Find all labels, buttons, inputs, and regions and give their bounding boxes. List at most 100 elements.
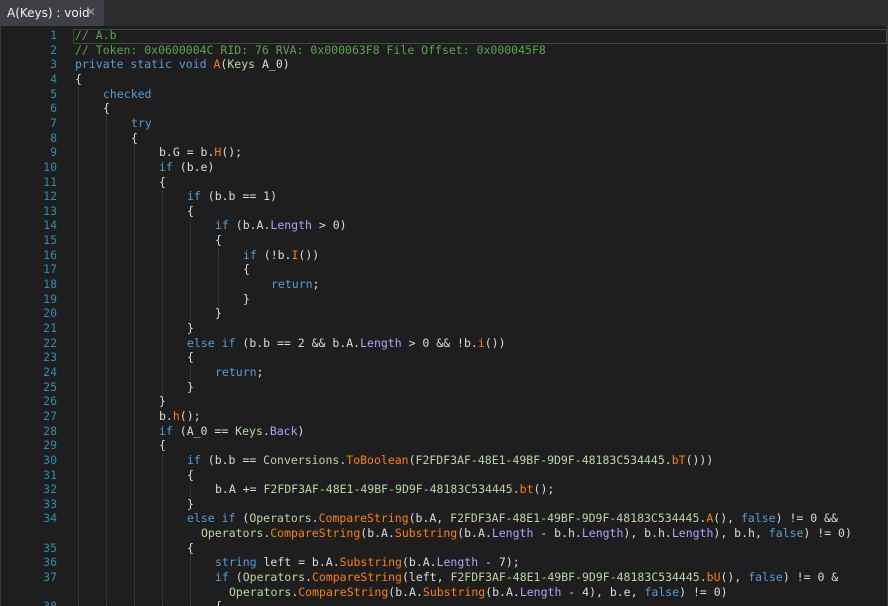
code-token: string [215,555,257,570]
code-line[interactable]: Operators.CompareString(b.A.Substring(b.… [1,585,887,600]
code-token: if [187,452,201,467]
code-token: F2FDF3AF-48E1-49BF-9D9F-48183C534445 [263,482,513,497]
code-token: (b.A. [388,584,423,599]
code-text: } [187,497,194,512]
code-token: b.A += [215,482,264,497]
code-line[interactable]: 28 if (A_0 == Keys.Back) [1,424,887,439]
code-line[interactable]: 36 string left = b.A.Substring(b.A.Length… [1,555,887,570]
code-token: h [172,408,180,423]
code-line[interactable]: 2 // Token: 0x0600004C RID: 76 RVA: 0x000… [1,43,887,58]
code-line[interactable]: 38 { [1,599,887,606]
code-token: (b.A. [360,526,395,541]
code-line[interactable]: 17 { [1,262,887,277]
code-token: bT [671,452,686,467]
code-line[interactable]: 31 { [1,468,887,483]
code-line[interactable]: 7 try [1,116,887,131]
code-text: { [215,233,222,248]
code-line[interactable]: 27 b.h(); [1,409,887,424]
code-line[interactable]: 25} [1,380,887,395]
code-line[interactable]: 18 return; [1,277,887,292]
code-line[interactable]: 4{ [1,72,887,87]
code-line[interactable]: 22 else if (b.b == 2 && b.A.Length > 0 &&… [1,336,887,351]
line-number: 2 [50,42,57,57]
code-line[interactable]: 1 // A.b [1,28,887,44]
code-line[interactable]: 21} [1,321,887,336]
tab-bar: A(Keys) : void ✕ [0,0,888,26]
code-token: Operators [229,584,292,599]
code-line[interactable]: 34 else if (Operators.CompareString(b.A, … [1,511,887,526]
line-number: 27 [43,408,57,423]
code-text: { [131,131,138,146]
code-text: { [159,175,166,190]
tab-a-keys-void[interactable]: A(Keys) : void ✕ [0,0,104,26]
code-token: Conversions [263,452,340,467]
code-line[interactable]: 35 { [1,541,887,556]
code-token: else if [187,335,236,350]
code-token: ) != 0) [679,584,728,599]
code-text: { [243,262,250,277]
line-number: 36 [43,555,57,570]
code-token: ; [256,364,264,379]
code-token: (b.b == 2 && b.A. [235,335,361,350]
code-token: { [103,101,110,116]
code-token: . [305,570,312,585]
code-line[interactable]: 13 { [1,204,887,219]
code-line[interactable]: 32 b.A += F2FDF3AF-48E1-49BF-9D9F-48183C5… [1,482,887,497]
code-token: ( [228,570,243,585]
code-token: ) != 0) [803,526,852,541]
code-line[interactable]: 3 private static void A(Keys A_0) [1,57,887,72]
code-text: try [131,116,152,131]
code-line[interactable]: 12 if (b.b == 1) [1,189,887,204]
code-line[interactable]: 30 if (b.b == Conversions. ToBoolean(F2FDF… [1,453,887,468]
code-text: else if (b.b == 2 && b.A.Length > 0 && !… [187,336,506,351]
code-line[interactable]: 26} [1,394,887,409]
code-token: if [187,189,201,204]
code-line[interactable]: 16 if (!b.I()) [1,248,887,263]
code-token: CompareString [270,526,361,541]
code-line[interactable]: Operators.CompareString(b.A.Substring(b.… [1,526,887,541]
code-token: (b.e) [172,159,215,174]
code-line[interactable]: 9 b.G = b.H(); [1,145,887,160]
code-line[interactable]: 20} [1,306,887,321]
code-token: Operators [242,570,306,585]
code-token: { [159,438,166,453]
code-token: ), b.h. [623,526,672,541]
code-line[interactable]: 5 checked [1,87,887,102]
code-line[interactable]: 24 return; [1,365,887,380]
code-text: b.A += F2FDF3AF-48E1-49BF-9D9F-48183C534… [215,482,554,497]
code-token: CompareString [318,511,409,526]
code-text: { [187,541,194,556]
code-editor[interactable]: 1 // A.b 2 // Token: 0x0600004C RID: 76 RVA… [0,26,888,606]
code-line[interactable]: 15 { [1,233,887,248]
code-token: Length [671,526,714,541]
line-number: 25 [43,379,57,394]
line-number: 22 [43,335,57,350]
code-line[interactable]: 14 if (b.A.Length > 0) [1,218,887,233]
code-line[interactable]: 23 { [1,350,887,365]
code-token: { [187,540,194,555]
code-token: { [243,262,250,277]
code-token: b.G = b. [159,145,215,160]
code-line[interactable]: 37 if (Operators.CompareString(left, F2FD… [1,570,887,585]
code-line[interactable]: 6{ [1,101,887,116]
close-icon[interactable]: ✕ [84,5,98,19]
code-line[interactable]: 33} [1,497,887,512]
code-text: } [159,394,166,409]
code-token: ; [312,277,320,292]
code-line[interactable]: 8{ [1,131,887,146]
code-line[interactable]: 29 { [1,438,887,453]
line-number: 18 [43,277,57,292]
code-token: { [75,71,82,86]
code-line[interactable]: 19} [1,292,887,307]
code-token: ( [408,452,416,467]
line-number: 20 [43,306,57,321]
code-token: F2FDF3AF-48E1-49BF-9D9F-48183C534445 [415,452,665,467]
code-token: (); [179,408,201,423]
code-line[interactable]: 11 { [1,175,887,190]
code-window: A(Keys) : void ✕ 1 // A.b 2 // Token: 0x060… [0,0,888,606]
code-token: if [159,159,173,174]
code-line[interactable]: 10 if (b.e) [1,160,887,175]
code-token: Keys [235,423,263,438]
line-number: 34 [43,511,57,526]
line-number: 29 [43,438,57,453]
